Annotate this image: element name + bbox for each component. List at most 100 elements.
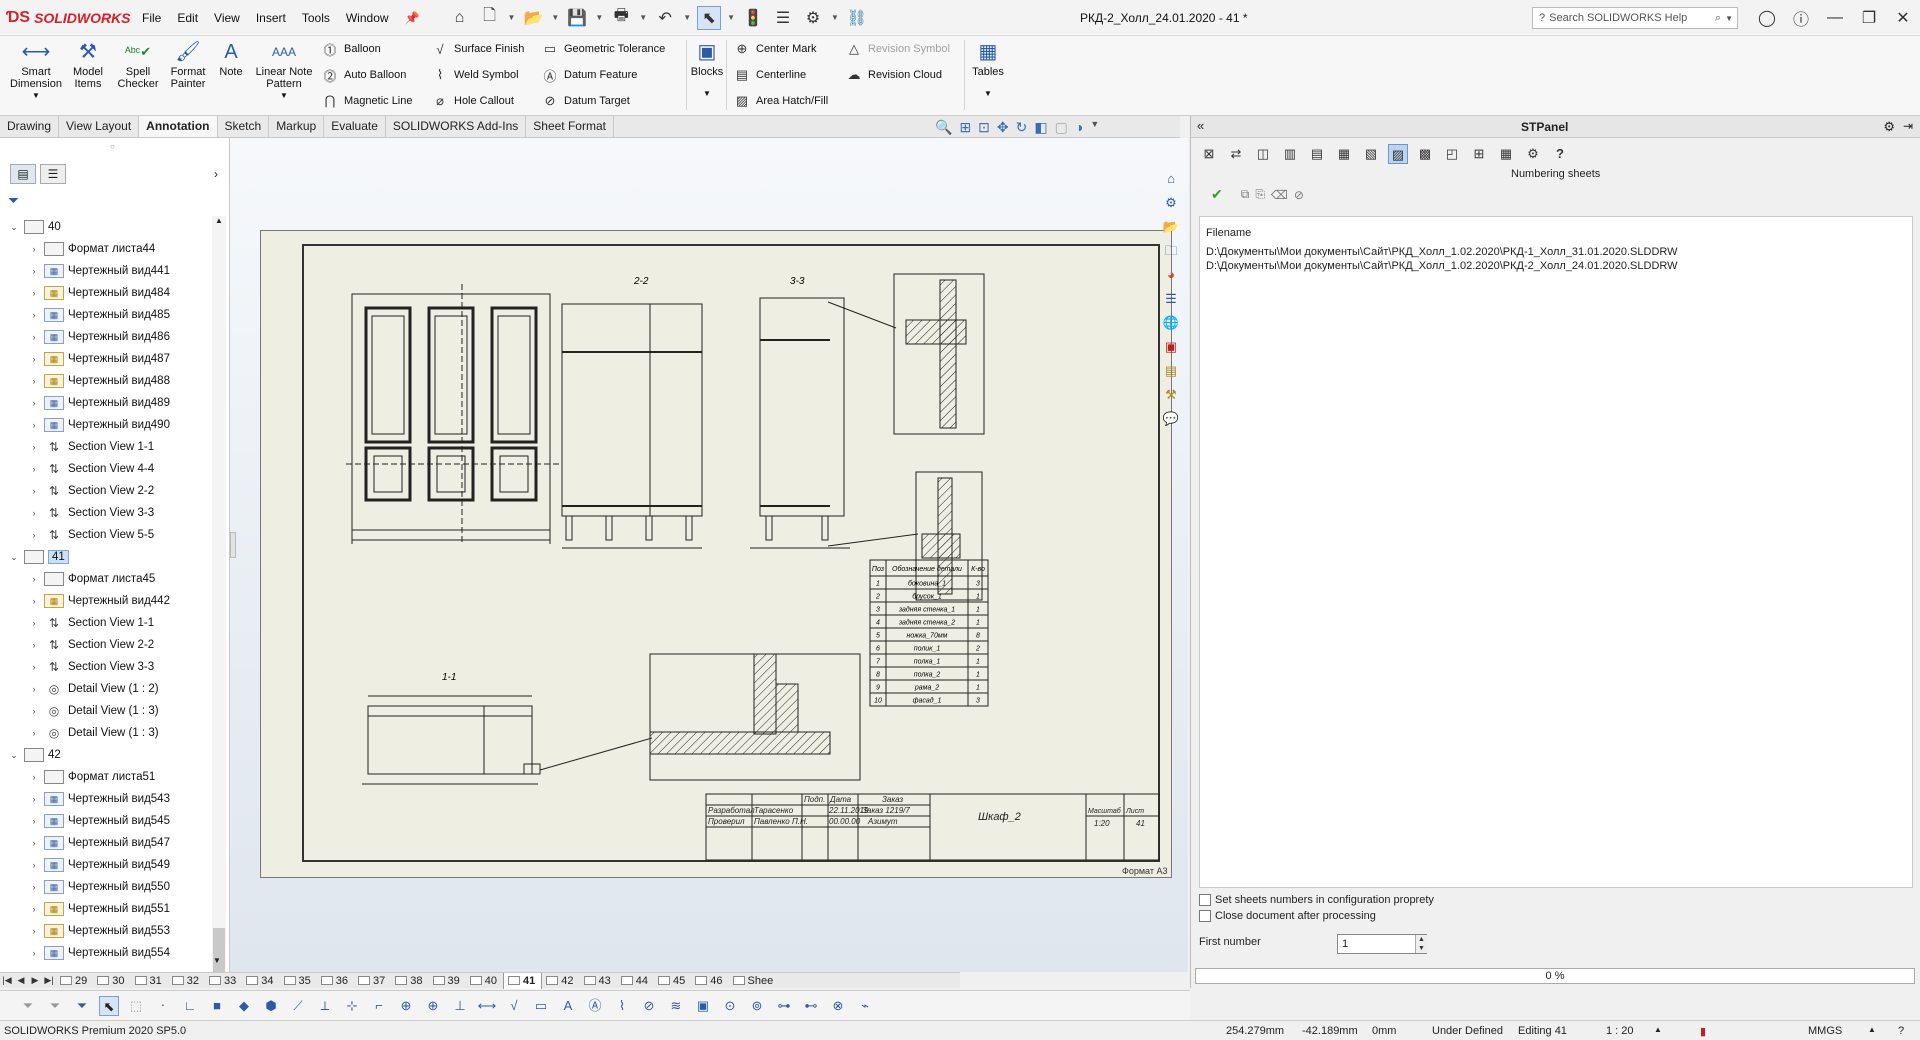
tree-item[interactable]: › ▦ Чертежный вид543 bbox=[0, 788, 212, 810]
tree-item[interactable]: › ⇅ Section View 1-1 bbox=[0, 612, 212, 634]
file-list-item[interactable]: D:\Документы\Мои документы\Сайт\РКД_Холл… bbox=[1206, 260, 1678, 272]
web-icon[interactable]: 🌐 bbox=[1160, 312, 1182, 334]
filter-blocks-icon[interactable]: ▣ bbox=[693, 996, 713, 1016]
expand-arrow-icon[interactable]: › bbox=[28, 332, 40, 342]
hole-callout-button[interactable]: ⌀ Hole Callout bbox=[432, 92, 514, 110]
expand-arrow-icon[interactable]: › bbox=[28, 882, 40, 892]
tree-item[interactable]: › Формат листа51 bbox=[0, 766, 212, 788]
zoom-to-fit-icon[interactable]: 🔍 bbox=[935, 119, 952, 136]
collapse-panel-icon[interactable]: « bbox=[1197, 118, 1204, 133]
options-icon[interactable]: ⚙ bbox=[801, 6, 825, 30]
filter-centerline-icon[interactable]: ⊥ bbox=[450, 996, 470, 1016]
pan-icon[interactable]: ✥ bbox=[997, 119, 1009, 136]
zoom-area-icon[interactable]: ⊞ bbox=[959, 119, 971, 136]
clear-icon[interactable]: ⊘ bbox=[1294, 188, 1304, 202]
chevron-down-icon[interactable]: ▼ bbox=[703, 88, 711, 100]
detail-view-top[interactable] bbox=[827, 273, 985, 435]
tree-item[interactable]: › Формат листа45 bbox=[0, 568, 212, 590]
forum-icon[interactable]: 💬 bbox=[1160, 408, 1182, 430]
section-view-2-2[interactable] bbox=[561, 303, 703, 549]
sheet-tab[interactable]: 40 bbox=[466, 973, 503, 989]
sheet-tab[interactable]: Shee bbox=[729, 973, 780, 989]
hide-show-icon[interactable]: ▢ bbox=[1055, 119, 1068, 136]
collapse-arrow-icon[interactable]: ⌄ bbox=[8, 222, 20, 233]
tool-5-icon[interactable]: ▤ bbox=[1307, 144, 1327, 164]
tree-item[interactable]: › ▦ Чертежный вид554 bbox=[0, 942, 212, 964]
chevron-down-icon[interactable]: ▼ bbox=[595, 13, 603, 22]
tree-item[interactable]: › ▦ Чертежный вид441 bbox=[0, 260, 212, 282]
expand-arrow-icon[interactable]: › bbox=[28, 618, 40, 628]
filter-centermarks-icon[interactable]: ⊕ bbox=[423, 996, 443, 1016]
undo-icon[interactable]: ↶ bbox=[653, 6, 677, 30]
sheet-tab[interactable]: 45 bbox=[654, 973, 691, 989]
filter-dimensions-icon[interactable]: ⟷ bbox=[477, 996, 497, 1016]
tool-4-icon[interactable]: ▥ bbox=[1280, 144, 1300, 164]
chevron-down-icon[interactable]: ▼ bbox=[32, 90, 40, 102]
tree-item[interactable]: › ▦ Чертежный вид487 bbox=[0, 348, 212, 370]
menu-insert[interactable]: Insert bbox=[256, 11, 286, 25]
expand-arrow-icon[interactable]: › bbox=[28, 728, 40, 738]
revision-symbol-button[interactable]: △ Revision Symbol bbox=[846, 40, 950, 58]
tree-item[interactable]: › ◎ Detail View (1 : 3) bbox=[0, 700, 212, 722]
display-style-icon[interactable]: ◧ bbox=[1034, 119, 1047, 136]
gear-icon[interactable]: ⚙ bbox=[1883, 119, 1895, 135]
rebuild-icon[interactable]: 🚦 bbox=[741, 6, 765, 30]
tab-addins[interactable]: SOLIDWORKS Add-Ins bbox=[386, 116, 527, 137]
tree-item[interactable]: › ▦ Чертежный вид553 bbox=[0, 920, 212, 942]
status-scale[interactable]: 1 : 20 bbox=[1606, 1025, 1634, 1037]
menu-view[interactable]: View bbox=[214, 11, 240, 25]
numbering-sheets-icon[interactable]: ▨ bbox=[1388, 144, 1408, 164]
area-hatch-button[interactable]: ▨ Area Hatch/Fill bbox=[734, 92, 828, 110]
tools-icon[interactable]: ⚒ bbox=[1160, 384, 1182, 406]
file-list-item[interactable]: D:\Документы\Мои документы\Сайт\РКД_Холл… bbox=[1206, 246, 1678, 258]
design-library-icon[interactable]: 📂 bbox=[1160, 216, 1182, 238]
expand-arrow-icon[interactable]: › bbox=[28, 640, 40, 650]
select-cursor-icon[interactable]: ⬉ bbox=[99, 995, 119, 1016]
menu-tools[interactable]: Tools bbox=[302, 11, 330, 25]
linear-note-pattern-button[interactable]: AAA Linear Note Pattern ▼ bbox=[252, 40, 316, 102]
print-icon[interactable]: 🖶 bbox=[609, 6, 633, 30]
filter-gtol-icon[interactable]: ▭ bbox=[531, 996, 551, 1016]
section-view-3-3[interactable] bbox=[750, 297, 850, 549]
section-view-1-1[interactable] bbox=[362, 695, 653, 785]
filter-dowel-icon[interactable]: ⊙ bbox=[720, 996, 740, 1016]
tree-item[interactable]: › ⇅ Section View 4-4 bbox=[0, 458, 212, 480]
home-icon[interactable]: ⌂ bbox=[448, 6, 472, 30]
note-button[interactable]: A Note bbox=[214, 40, 248, 78]
tree-scrollbar[interactable]: ▲ bbox=[212, 216, 226, 968]
sheet-tab[interactable]: 42 bbox=[542, 973, 579, 989]
tree-item[interactable]: › ▦ Чертежный вид549 bbox=[0, 854, 212, 876]
title-block[interactable]: Подп. Дата Заказ Разработал Тарасенко 22… bbox=[705, 793, 1160, 861]
chevron-right-icon[interactable]: › bbox=[214, 167, 218, 181]
expand-arrow-icon[interactable]: › bbox=[28, 442, 40, 452]
expand-arrow-icon[interactable]: › bbox=[28, 926, 40, 936]
expand-arrow-icon[interactable]: › bbox=[28, 310, 40, 320]
addin-icon[interactable]: ⛓ bbox=[845, 6, 869, 30]
first-number-input[interactable]: 1 bbox=[1337, 934, 1427, 954]
tree-item[interactable]: › ▦ Чертежный вид442 bbox=[0, 590, 212, 612]
centerline-button[interactable]: ▤ Centerline bbox=[734, 66, 806, 84]
scrollbar-thumb[interactable] bbox=[213, 928, 225, 978]
expand-arrow-icon[interactable]: › bbox=[28, 376, 40, 386]
filter-datum-feature-icon[interactable]: Ⓐ bbox=[585, 996, 605, 1016]
filter-sketch-segments-icon[interactable]: ⌐ bbox=[369, 996, 389, 1016]
chevron-down-icon[interactable]: ▼ bbox=[984, 88, 992, 100]
chevron-down-icon[interactable]: ▼ bbox=[831, 13, 839, 22]
datum-feature-button[interactable]: Ⓐ Datum Feature bbox=[542, 66, 637, 84]
tab-sheet-format[interactable]: Sheet Format bbox=[526, 116, 614, 137]
expand-arrow-icon[interactable]: › bbox=[28, 398, 40, 408]
filter-edges-icon[interactable]: ∟ bbox=[180, 996, 200, 1016]
tree-item[interactable]: › ⇅ Section View 3-3 bbox=[0, 502, 212, 524]
expand-arrow-icon[interactable]: › bbox=[28, 486, 40, 496]
sheet-tab[interactable]: 35 bbox=[280, 973, 317, 989]
filter-surfaces-icon[interactable]: ◆ bbox=[234, 996, 254, 1016]
file-list[interactable]: Filename D:\Документы\Мои документы\Сайт… bbox=[1199, 216, 1913, 888]
search-icon[interactable]: ⌕ bbox=[1715, 12, 1721, 25]
last-sheet-icon[interactable]: ▶| bbox=[42, 975, 56, 986]
settings-icon[interactable]: ⚙ bbox=[1523, 144, 1543, 164]
expand-arrow-icon[interactable]: › bbox=[28, 574, 40, 584]
expand-arrow-icon[interactable]: › bbox=[28, 244, 40, 254]
chevron-down-icon[interactable]: ▼ bbox=[1725, 14, 1737, 23]
tool-7-icon[interactable]: ▧ bbox=[1361, 144, 1381, 164]
save-icon[interactable]: 💾 bbox=[565, 6, 589, 30]
